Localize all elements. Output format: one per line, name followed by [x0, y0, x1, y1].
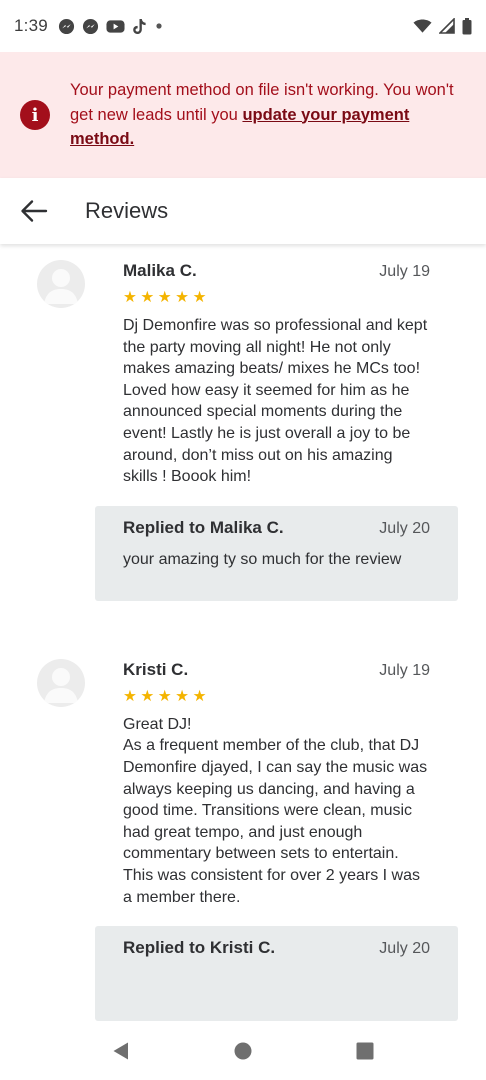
review-text: Dj Demonfire was so professional and kep…: [123, 317, 428, 486]
messenger-icon: [58, 18, 75, 35]
signal-icon: [439, 18, 455, 34]
recents-square-icon: [356, 1042, 374, 1060]
notification-icons: [58, 18, 164, 35]
user-placeholder-icon: [44, 269, 78, 304]
reply-date: July 20: [379, 940, 430, 958]
review-item: Kristi C. July 19 ★★★★★ Great DJ! As a f…: [0, 658, 486, 908]
reply-title: Replied to Kristi C.: [123, 938, 276, 958]
reply-title: Replied to Malika C.: [123, 517, 284, 537]
youtube-icon: [106, 19, 125, 34]
system-icons: [413, 17, 472, 35]
review-reply: Replied to Kristi C. July 20: [95, 926, 458, 1022]
review-item: Malika C. July 19 ★★★★★ Dj Demonfire was…: [0, 260, 486, 488]
app-bar: Reviews: [0, 178, 486, 244]
status-bar: 1:39: [0, 0, 486, 52]
battery-icon: [462, 17, 472, 35]
user-placeholder-icon: [44, 667, 78, 703]
star-rating: ★★★★★: [123, 687, 210, 705]
nav-home-button[interactable]: [223, 1031, 263, 1071]
back-triangle-icon: [113, 1042, 128, 1060]
reply-text: your amazing ty so much for the review: [123, 550, 402, 568]
dot-icon: [154, 21, 164, 31]
status-time: 1:39: [14, 16, 48, 35]
messenger-icon: [82, 18, 99, 35]
banner-message: Your payment method on file isn't workin…: [70, 78, 462, 178]
review-date: July 19: [379, 661, 430, 679]
home-circle-icon: [234, 1042, 252, 1060]
review-text: Great DJ! As a frequent member of the cl…: [123, 715, 428, 906]
reply-date: July 20: [379, 519, 430, 537]
tiktok-icon: [132, 18, 147, 35]
wifi-icon: [413, 18, 432, 34]
reviewer-name: Kristi C.: [123, 659, 189, 679]
back-arrow-icon: [21, 200, 48, 222]
system-nav-bar: [0, 1022, 486, 1080]
reviews-list[interactable]: Malika C. July 19 ★★★★★ Dj Demonfire was…: [0, 244, 486, 1022]
review-reply: Replied to Malika C. July 20 your amazin…: [95, 505, 458, 601]
nav-recents-button[interactable]: [345, 1031, 385, 1071]
nav-back-button[interactable]: [101, 1031, 141, 1071]
avatar: [37, 260, 85, 308]
alert-icon: i: [20, 100, 50, 130]
avatar: [37, 658, 85, 707]
back-button[interactable]: [0, 178, 68, 244]
reviewer-name: Malika C.: [123, 261, 197, 280]
payment-warning-banner: i Your payment method on file isn't work…: [0, 52, 486, 178]
page-title: Reviews: [85, 198, 169, 223]
star-rating: ★★★★★: [123, 289, 210, 306]
review-date: July 19: [379, 263, 430, 280]
